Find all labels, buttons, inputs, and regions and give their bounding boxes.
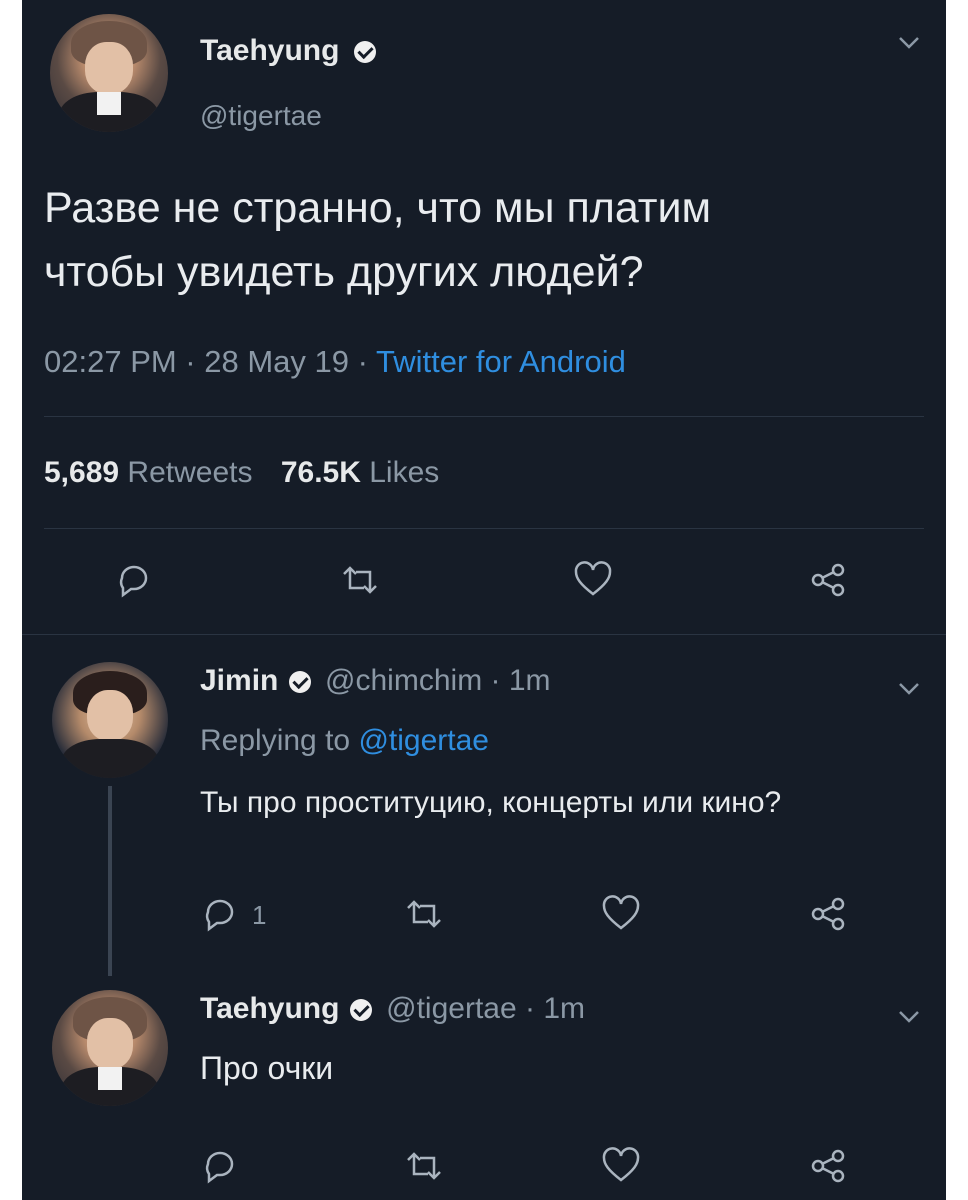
tweet-text-line-2: чтобы увидеть других людей? xyxy=(44,248,644,296)
reply-icon[interactable] xyxy=(200,894,240,934)
tweet-source[interactable]: Twitter for Android xyxy=(376,344,626,379)
chevron-down-icon[interactable] xyxy=(898,676,920,702)
retweets-label: Retweets xyxy=(127,456,253,489)
reply-icon[interactable] xyxy=(200,1146,240,1186)
likes-label: Likes xyxy=(369,456,440,489)
retweet-icon[interactable] xyxy=(338,560,382,600)
like-icon[interactable] xyxy=(600,894,642,934)
replying-to-prefix: Replying to xyxy=(200,724,359,757)
reply2-text: Про очки xyxy=(200,1050,334,1086)
tweet-stats: 5,689 Retweets 76.5K Likes xyxy=(44,456,439,490)
share-icon[interactable] xyxy=(808,560,848,600)
author-handle[interactable]: @tigertae xyxy=(200,100,322,132)
replying-to-handle[interactable]: @tigertae xyxy=(358,724,489,757)
reply1-text: Ты про проституцию, концерты или кино? xyxy=(200,786,782,819)
thread-line xyxy=(108,786,112,976)
chevron-down-icon[interactable] xyxy=(898,1004,920,1030)
retweets-count: 5,689 xyxy=(44,456,120,489)
likes-stat[interactable]: 76.5K Likes xyxy=(281,456,439,489)
verified-icon xyxy=(288,671,311,694)
reply2-header: Taehyung @tigertae · 1m xyxy=(200,992,585,1026)
retweet-icon[interactable] xyxy=(402,894,446,934)
reply2-handle-time[interactable]: @tigertae · 1m xyxy=(386,992,585,1025)
divider xyxy=(44,528,924,529)
reply1-header: Jimin @chimchim · 1m xyxy=(200,664,551,698)
replying-to: Replying to @tigertae xyxy=(200,724,489,758)
reply1-handle-time[interactable]: @chimchim · 1m xyxy=(325,664,550,697)
like-icon[interactable] xyxy=(600,1146,642,1186)
avatar-taehyung[interactable] xyxy=(52,990,168,1106)
tweet-text: Разве не странно, что мы платим чтобы ув… xyxy=(44,176,711,304)
tweet-screen: Taehyung @tigertae Разве не странно, что… xyxy=(22,0,946,1200)
share-icon[interactable] xyxy=(808,894,848,934)
share-icon[interactable] xyxy=(808,1146,848,1186)
reply-count: 1 xyxy=(252,900,267,930)
avatar-jimin[interactable] xyxy=(52,662,168,778)
avatar-taehyung[interactable] xyxy=(50,14,168,132)
author-row: Taehyung xyxy=(200,34,376,68)
tweet-text-line-1: Разве не странно, что мы платим xyxy=(44,184,712,232)
divider xyxy=(22,634,946,635)
author-name[interactable]: Taehyung xyxy=(200,34,339,67)
verified-icon xyxy=(349,999,372,1022)
retweet-icon[interactable] xyxy=(402,1146,446,1186)
retweets-stat[interactable]: 5,689 Retweets xyxy=(44,456,261,489)
tweet-timestamp[interactable]: 02:27 PM · 28 May 19 · xyxy=(44,344,376,379)
divider xyxy=(44,416,924,417)
chevron-down-icon[interactable] xyxy=(898,30,920,56)
reply1-author-name[interactable]: Jimin xyxy=(200,664,278,697)
like-icon[interactable] xyxy=(572,560,614,600)
verified-icon xyxy=(353,41,376,64)
likes-count: 76.5K xyxy=(280,456,361,489)
reply2-author-name[interactable]: Taehyung xyxy=(200,992,339,1025)
reply-icon[interactable] xyxy=(114,560,154,600)
tweet-meta: 02:27 PM · 28 May 19 · Twitter for Andro… xyxy=(44,344,626,380)
